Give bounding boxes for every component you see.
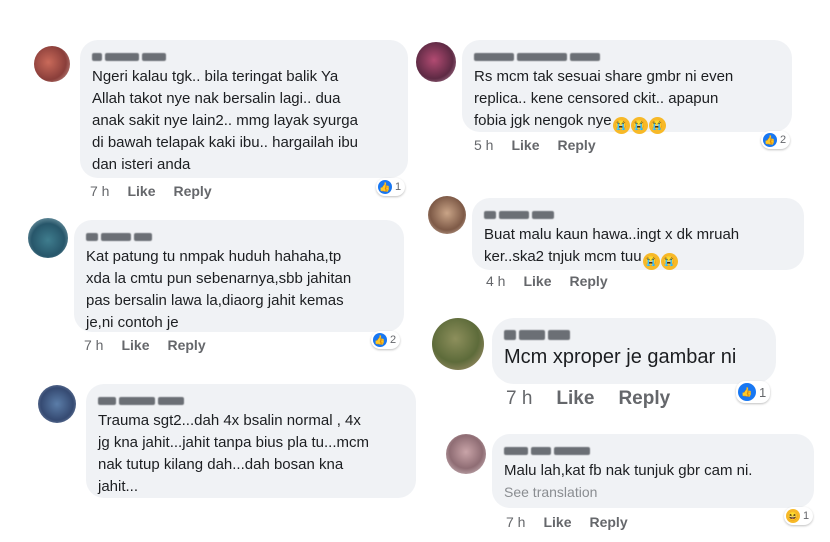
reaction-count[interactable]: 👍 1 xyxy=(736,381,771,403)
commenter-name-blurred[interactable] xyxy=(86,228,392,241)
comment-actions: 5 h Like Reply xyxy=(474,137,614,153)
see-translation-link[interactable]: See translation xyxy=(504,484,802,500)
commenter-name-blurred[interactable] xyxy=(504,326,764,340)
comment-time[interactable]: 5 h xyxy=(474,137,493,153)
reply-button[interactable]: Reply xyxy=(173,183,211,199)
like-button[interactable]: Like xyxy=(556,388,594,409)
comment-bubble: Buat malu kaun hawa..ingt x dk mruah ker… xyxy=(472,198,804,270)
avatar[interactable] xyxy=(428,196,466,234)
commenter-name-blurred[interactable] xyxy=(474,48,780,61)
comment-bubble: Ngeri kalau tgk.. bila teringat balik Ya… xyxy=(80,40,408,178)
comment-time[interactable]: 7 h xyxy=(506,514,525,530)
comment-text: Mcm xproper je gambar ni xyxy=(504,346,737,368)
crying-emoji-icon: 😭 xyxy=(648,117,666,134)
comment-actions: 7 h Like Reply xyxy=(506,388,688,410)
thumbs-up-icon: 👍 xyxy=(378,180,392,194)
thumbs-up-icon: 👍 xyxy=(738,383,756,401)
crying-emoji-icon: 😭 xyxy=(642,253,660,270)
avatar[interactable] xyxy=(416,42,456,82)
crying-emoji-icon: 😭 xyxy=(630,117,648,134)
reply-button[interactable]: Reply xyxy=(589,514,627,530)
comment-text: Kat patung tu nmpak huduh hahaha,tp xda … xyxy=(86,248,352,331)
commenter-name-blurred[interactable] xyxy=(98,392,404,405)
thumbs-up-icon: 👍 xyxy=(373,333,387,347)
comment-text: Malu lah,kat fb nak tunjuk gbr cam ni. xyxy=(504,462,753,479)
reply-button[interactable]: Reply xyxy=(569,273,607,289)
comment-bubble: Mcm xproper je gambar ni xyxy=(492,318,776,384)
like-button[interactable]: Like xyxy=(127,183,155,199)
avatar[interactable] xyxy=(34,46,70,82)
like-button[interactable]: Like xyxy=(543,514,571,530)
comment-actions: 7 h Like Reply xyxy=(84,337,224,353)
comment-actions: 7 h Like Reply xyxy=(90,183,230,199)
comment-text: Rs mcm tak sesuai share gmbr ni even rep… xyxy=(474,66,780,134)
reaction-count[interactable]: 😆 1 xyxy=(784,507,814,525)
commenter-name-blurred[interactable] xyxy=(484,206,792,219)
comment-time[interactable]: 7 h xyxy=(84,337,103,353)
reply-button[interactable]: Reply xyxy=(167,337,205,353)
comment-bubble: Rs mcm tak sesuai share gmbr ni even rep… xyxy=(462,40,792,134)
reaction-count[interactable]: 👍 2 xyxy=(371,331,401,349)
crying-emoji-icon: 😭 xyxy=(660,253,678,270)
comment-time[interactable]: 7 h xyxy=(90,183,109,199)
laughing-emoji-icon: 😆 xyxy=(786,509,800,523)
avatar[interactable] xyxy=(432,318,484,370)
reply-button[interactable]: Reply xyxy=(618,388,670,409)
comment-actions: 4 h Like Reply xyxy=(486,273,626,289)
avatar[interactable] xyxy=(446,434,486,474)
commenter-name-blurred[interactable] xyxy=(92,48,396,61)
avatar[interactable] xyxy=(28,218,68,258)
like-button[interactable]: Like xyxy=(523,273,551,289)
commenter-name-blurred[interactable] xyxy=(504,442,802,455)
avatar[interactable] xyxy=(38,385,76,423)
like-button[interactable]: Like xyxy=(511,137,539,153)
comment-bubble: Malu lah,kat fb nak tunjuk gbr cam ni. S… xyxy=(492,434,814,508)
comment-actions: 7 h Like Reply xyxy=(506,514,646,530)
comment-bubble: Trauma sgt2...dah 4x bsalin normal , 4x … xyxy=(86,384,416,498)
comment-text: Trauma sgt2...dah 4x bsalin normal , 4x … xyxy=(98,412,369,495)
like-button[interactable]: Like xyxy=(121,337,149,353)
comment-time[interactable]: 4 h xyxy=(486,273,505,289)
reaction-count[interactable]: 👍 2 xyxy=(761,131,791,149)
reaction-count[interactable]: 👍 1 xyxy=(376,178,406,196)
comment-bubble: Kat patung tu nmpak huduh hahaha,tp xda … xyxy=(74,220,404,332)
reply-button[interactable]: Reply xyxy=(557,137,595,153)
thumbs-up-icon: 👍 xyxy=(763,133,777,147)
comment-time[interactable]: 7 h xyxy=(506,388,532,409)
comment-text: Buat malu kaun hawa..ingt x dk mruah ker… xyxy=(484,224,792,270)
crying-emoji-icon: 😭 xyxy=(612,117,630,134)
comment-text: Ngeri kalau tgk.. bila teringat balik Ya… xyxy=(92,68,359,173)
